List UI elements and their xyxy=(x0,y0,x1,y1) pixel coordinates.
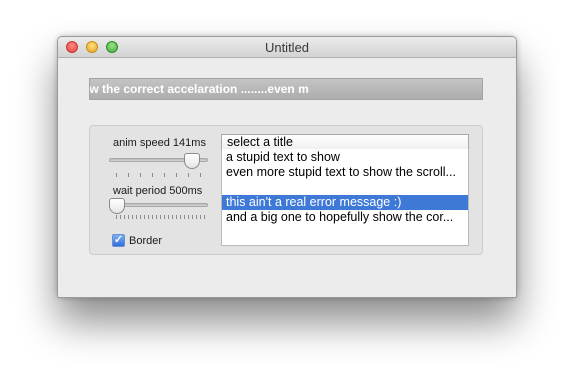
slider-tick xyxy=(148,215,149,219)
slider-tick xyxy=(156,215,157,219)
slider-tick xyxy=(132,215,133,219)
slider-tick xyxy=(124,215,125,219)
slider-tick xyxy=(184,215,185,219)
slider-tick xyxy=(200,215,201,219)
slider-tick xyxy=(152,173,153,177)
slider-tick xyxy=(120,215,121,219)
border-checkbox[interactable]: ✓ xyxy=(112,234,125,247)
slider-tick xyxy=(160,215,161,219)
anim-speed-label: anim speed 141ms xyxy=(113,137,206,149)
anim-speed-ticks xyxy=(116,173,201,178)
list-item[interactable]: even more stupid text to show the scroll… xyxy=(222,165,468,180)
slider-tick xyxy=(200,173,201,177)
list-item[interactable]: a stupid text to show xyxy=(222,150,468,165)
slider-tick xyxy=(136,215,137,219)
slider-tick xyxy=(128,173,129,177)
slider-tick xyxy=(140,173,141,177)
slider-tick xyxy=(176,173,177,177)
slider-tick xyxy=(128,215,129,219)
slider-tick xyxy=(188,173,189,177)
slider-tick xyxy=(188,215,189,219)
list-item[interactable]: this ain't a real error message :) xyxy=(222,195,468,210)
wait-period-ticks xyxy=(116,215,205,220)
window-title: Untitled xyxy=(264,40,310,55)
slider-tick xyxy=(204,215,205,219)
slider-tick xyxy=(172,215,173,219)
slider-tick xyxy=(168,215,169,219)
title-bar[interactable]: Untitled xyxy=(58,37,516,58)
slider-tick xyxy=(164,173,165,177)
scrolling-text-banner: ow the correct accelaration ........even… xyxy=(89,78,483,100)
list-item[interactable] xyxy=(222,180,468,195)
slider-tick xyxy=(152,215,153,219)
wait-period-slider-knob[interactable] xyxy=(109,198,125,214)
slider-tick xyxy=(176,215,177,219)
anim-speed-slider-knob[interactable] xyxy=(183,153,200,169)
list-item[interactable]: and a big one to hopefully show the cor.… xyxy=(222,210,468,225)
border-checkbox-label[interactable]: Border xyxy=(129,235,162,247)
slider-tick xyxy=(196,215,197,219)
slider-tick xyxy=(116,173,117,177)
slider-tick xyxy=(116,215,117,219)
slider-tick xyxy=(192,215,193,219)
slider-tick xyxy=(180,215,181,219)
wait-period-label: wait period 500ms xyxy=(113,185,203,197)
slider-tick xyxy=(164,215,165,219)
slider-tick xyxy=(144,215,145,219)
scrolling-text: ow the correct accelaration ........even… xyxy=(89,82,309,96)
title-list[interactable]: a stupid text to show even more stupid te… xyxy=(221,149,469,246)
slider-tick xyxy=(140,215,141,219)
